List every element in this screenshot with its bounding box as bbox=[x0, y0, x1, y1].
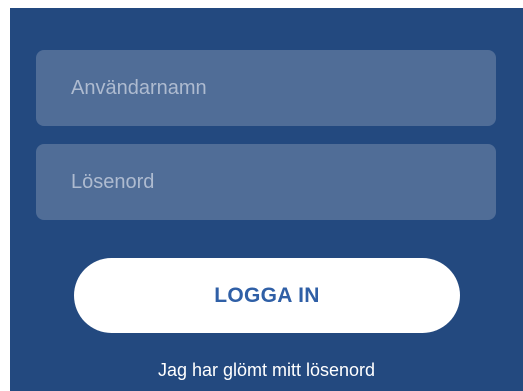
forgot-password-link[interactable]: Jag har glömt mitt lösenord bbox=[10, 360, 523, 381]
password-input[interactable] bbox=[36, 144, 496, 220]
login-panel: LOGGA IN Jag har glömt mitt lösenord bbox=[10, 8, 523, 391]
username-input[interactable] bbox=[36, 50, 496, 126]
login-button[interactable]: LOGGA IN bbox=[74, 258, 460, 333]
